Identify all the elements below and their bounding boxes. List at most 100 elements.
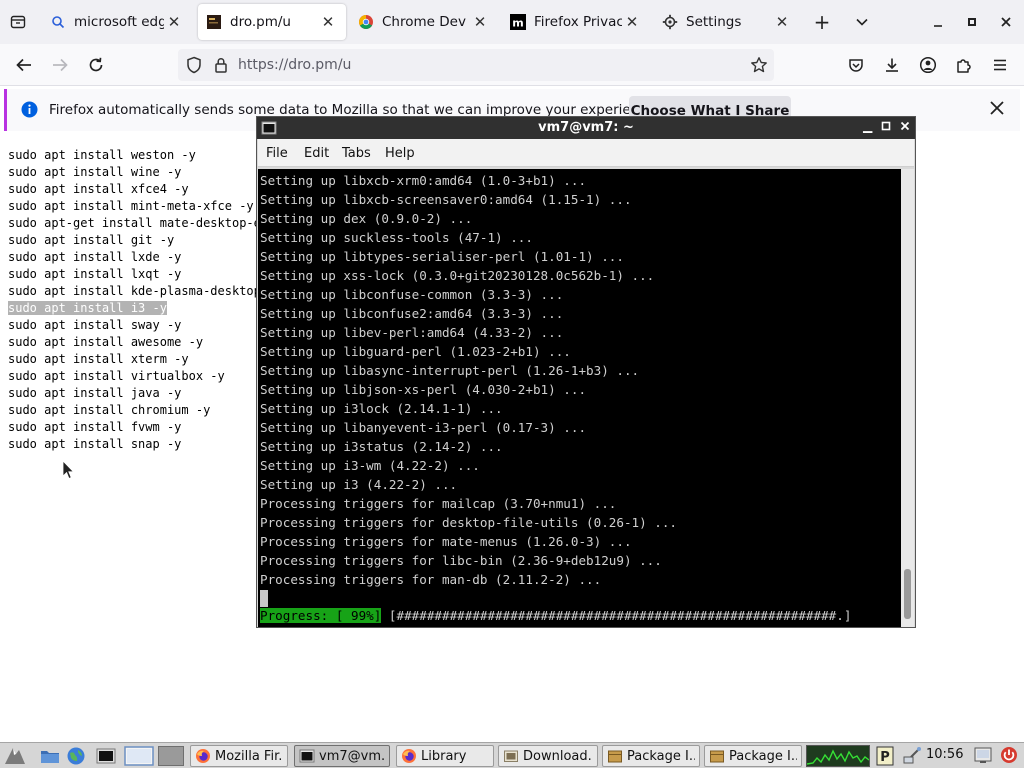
- maximize-icon[interactable]: [881, 120, 891, 135]
- tab-chrome-dev[interactable]: Chrome Dev ✕: [350, 4, 498, 40]
- terminal-line: Setting up suckless-tools (47-1) ...: [260, 230, 533, 245]
- tab-close-icon[interactable]: ✕: [318, 12, 338, 32]
- terminal-line: Processing triggers for libc-bin (2.36-9…: [260, 553, 662, 568]
- taskbar-item-label: Package I...: [729, 748, 797, 764]
- close-icon[interactable]: [900, 120, 910, 135]
- tab-label: Chrome Dev: [382, 14, 466, 30]
- terminal-line: Setting up xss-lock (0.3.0+git20230128.0…: [260, 268, 655, 283]
- tab-label: dro.pm/u: [230, 14, 291, 30]
- search-icon: [50, 14, 66, 30]
- tab-microsoft-edge[interactable]: microsoft edg ✕: [42, 4, 192, 40]
- bookmark-star-icon[interactable]: [750, 56, 768, 78]
- parcellite-clipboard-icon[interactable]: P: [876, 746, 896, 766]
- terminal-line: Processing triggers for man-db (2.11.2-2…: [260, 572, 602, 587]
- lock-icon[interactable]: [214, 56, 228, 78]
- web-browser-icon[interactable]: [66, 746, 86, 766]
- firefox-view-button[interactable]: [6, 10, 30, 34]
- command-line: sudo apt-get install mate-desktop-enviro…: [8, 215, 355, 232]
- command-line: sudo apt install snap -y: [8, 436, 258, 453]
- svg-text:m: m: [512, 17, 523, 30]
- taskbar-item-label: Mozilla Fir...: [215, 748, 283, 764]
- command-line: sudo apt install mint-meta-xfce -y: [8, 198, 258, 215]
- pocket-button[interactable]: [843, 52, 869, 78]
- start-menu-icon[interactable]: [4, 746, 25, 766]
- command-line: sudo apt install xterm -y: [8, 351, 258, 368]
- maximize-window-button[interactable]: [960, 10, 984, 34]
- firefox-icon: [196, 749, 210, 763]
- menu-help[interactable]: Help: [385, 146, 415, 161]
- terminal-scrollbar[interactable]: [901, 169, 914, 627]
- command-line: sudo apt install sway -y: [8, 317, 258, 334]
- command-text: sudo apt install virtualbox -y: [8, 369, 225, 383]
- info-icon: [21, 101, 38, 122]
- back-button[interactable]: [11, 52, 37, 78]
- taskbar-item-label: vm7@vm...: [319, 748, 385, 764]
- tab-close-icon[interactable]: ✕: [470, 12, 490, 32]
- account-button[interactable]: [915, 52, 941, 78]
- svg-text:P: P: [880, 750, 890, 765]
- command-line: sudo apt install kde-plasma-desktop -y: [8, 283, 283, 300]
- terminal-window[interactable]: vm7@vm7: ~ ▁ File Edit Tabs Help Setting…: [256, 116, 916, 628]
- taskbar-item-library[interactable]: Library: [396, 745, 494, 767]
- command-line: sudo apt install virtualbox -y: [8, 368, 258, 385]
- firefox-view-icon: [10, 15, 26, 29]
- terminal-line: Setting up libasync-interrupt-perl (1.26…: [260, 363, 640, 378]
- mouse-pointer-icon: [62, 460, 75, 484]
- minimize-icon[interactable]: ▁: [863, 119, 872, 133]
- workspace-pager[interactable]: [158, 746, 184, 766]
- menu-file[interactable]: File: [266, 146, 288, 161]
- menu-edit[interactable]: Edit: [304, 146, 329, 161]
- tab-dro-pm[interactable]: dro.pm/u ✕: [198, 4, 346, 40]
- application-menu-button[interactable]: [987, 52, 1013, 78]
- terminal-line: Setting up libtypes-serialiser-perl (1.0…: [260, 249, 624, 264]
- terminal-output[interactable]: Setting up libxcb-xrm0:amd64 (1.0-3+b1) …: [258, 169, 901, 627]
- logout-icon[interactable]: [974, 746, 994, 766]
- tracking-protection-shield-icon[interactable]: [186, 56, 202, 78]
- power-icon[interactable]: [1000, 746, 1020, 766]
- terminal-line: Setting up i3 (4.22-2) ...: [260, 477, 458, 492]
- taskbar-item-terminal[interactable]: vm7@vm...: [294, 745, 390, 767]
- forward-button[interactable]: [47, 52, 73, 78]
- command-text: sudo apt install lxde -y: [8, 250, 182, 264]
- url-bar[interactable]: https://dro.pm/u: [178, 49, 774, 81]
- downloads-button[interactable]: [879, 52, 905, 78]
- package-icon: [608, 750, 622, 763]
- tab-settings[interactable]: Settings ✕: [654, 4, 800, 40]
- close-window-button[interactable]: [994, 10, 1018, 34]
- site-favicon-icon: [206, 14, 222, 30]
- reload-button[interactable]: [83, 52, 109, 78]
- minimize-window-button[interactable]: [926, 10, 950, 34]
- url-text[interactable]: https://dro.pm/u: [238, 57, 351, 73]
- taskbar-item-package-installer-2[interactable]: Package I...: [704, 745, 802, 767]
- arrow-right-icon: [53, 58, 68, 72]
- tab-label: Firefox Privacy: [534, 14, 622, 30]
- terminal-titlebar[interactable]: vm7@vm7: ~ ▁: [257, 117, 915, 139]
- command-line: sudo apt install lxqt -y: [8, 266, 258, 283]
- taskbar-item-mozilla-firefox[interactable]: Mozilla Fir...: [190, 745, 288, 767]
- tab-close-icon[interactable]: ✕: [772, 12, 792, 32]
- new-tab-button[interactable]: +: [810, 10, 834, 34]
- command-text: sudo apt install sway -y: [8, 318, 182, 332]
- command-line: sudo apt install wine -y: [8, 164, 258, 181]
- tab-close-icon[interactable]: ✕: [164, 12, 184, 32]
- taskbar-item-downloads[interactable]: Download...: [498, 745, 598, 767]
- command-text: sudo apt install i3 -y: [8, 301, 167, 315]
- command-line: sudo apt install awesome -y: [8, 334, 258, 351]
- cpu-monitor-graph: [806, 745, 870, 767]
- list-all-tabs-button[interactable]: [850, 10, 874, 34]
- network-icon[interactable]: [902, 746, 922, 766]
- terminal-scrollbar-thumb[interactable]: [904, 569, 911, 619]
- taskbar-item-package-installer-1[interactable]: Package I...: [602, 745, 700, 767]
- folder-icon: [504, 750, 518, 762]
- menu-tabs[interactable]: Tabs: [342, 146, 371, 161]
- clock[interactable]: 10:56: [926, 747, 963, 762]
- command-line: sudo apt install git -y: [8, 232, 258, 249]
- file-manager-icon[interactable]: [40, 746, 60, 766]
- terminal-launcher-icon[interactable]: [96, 746, 116, 766]
- close-notification-icon[interactable]: [989, 100, 1005, 120]
- tab-close-icon[interactable]: ✕: [622, 12, 642, 32]
- extensions-button[interactable]: [951, 52, 977, 78]
- command-text: sudo apt install weston -y: [8, 148, 196, 162]
- tab-firefox-privacy[interactable]: m Firefox Privacy ✕: [502, 4, 650, 40]
- show-desktop-icon[interactable]: [124, 746, 154, 766]
